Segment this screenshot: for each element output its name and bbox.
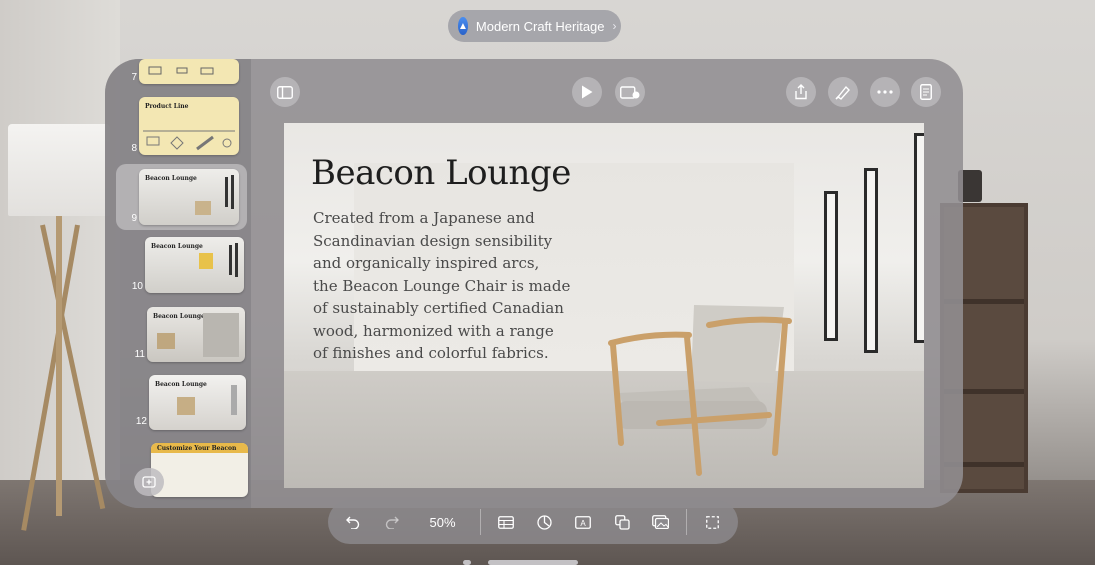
- body-line: Created from a Japanese and: [313, 209, 535, 227]
- chair-thumbnail-icon: [157, 313, 239, 357]
- toggle-sidebar-button[interactable]: [270, 77, 300, 107]
- photo-icon: [652, 515, 670, 529]
- slide-thumbnail-7[interactable]: [139, 59, 239, 84]
- chair-thumbnail-icon: [199, 243, 238, 277]
- slide-thumbnail-11[interactable]: Beacon Lounge: [147, 307, 245, 362]
- selection-icon: [706, 515, 719, 529]
- product-sketch-icon: [143, 130, 235, 151]
- lamp-pole: [56, 216, 62, 516]
- text-box-icon: A: [575, 515, 592, 529]
- live-video-button[interactable]: [615, 77, 645, 107]
- body-line: of finishes and colorful fabrics.: [313, 344, 549, 362]
- toolbar-divider: [479, 509, 481, 535]
- document-icon: [920, 84, 932, 100]
- window-grabber-dot[interactable]: [463, 560, 471, 565]
- zoom-level[interactable]: 50%: [412, 504, 474, 540]
- slide-window-image: [914, 133, 924, 343]
- chair-thumbnail-icon: [177, 385, 237, 415]
- undo-icon: [346, 516, 360, 529]
- slide-number: 8: [131, 143, 137, 154]
- body-line: and organically inspired arcs,: [313, 254, 540, 272]
- slide-number: 7: [131, 72, 137, 83]
- body-line: the Beacon Lounge Chair is made: [313, 276, 571, 295]
- body-line: of sustainably certified Canadian: [313, 299, 564, 317]
- slide-number: 9: [131, 213, 137, 224]
- thumbnail-title: Customize Your Beacon: [157, 445, 237, 452]
- chair-thumbnail-icon: [195, 175, 234, 215]
- svg-text:A: A: [581, 519, 587, 528]
- add-slide-icon: [142, 476, 156, 488]
- slide-window-image: [864, 168, 878, 353]
- undo-button[interactable]: [334, 504, 373, 540]
- share-icon: [795, 84, 807, 100]
- chevron-right-icon: ›: [612, 19, 617, 33]
- ellipsis-icon: [877, 90, 893, 94]
- body-line: Scandinavian design sensibility: [313, 231, 553, 250]
- window-grabber[interactable]: [488, 560, 578, 565]
- slide-number: 11: [134, 349, 145, 360]
- toolbar-divider: [686, 509, 688, 535]
- lamp-shade: [8, 124, 110, 216]
- chair-sketch-icon: [148, 66, 214, 75]
- slide-body-text[interactable]: Created from a Japanese and Scandinavian…: [313, 207, 603, 365]
- keynote-window: 7 Product Line 8 Beacon Lounge 9 Beacon …: [105, 59, 963, 508]
- document-setup-button[interactable]: [911, 77, 941, 107]
- document-title: Modern Craft Heritage: [475, 18, 605, 34]
- insert-shape-button[interactable]: [603, 504, 642, 540]
- table-icon: [497, 515, 514, 529]
- add-slide-button[interactable]: [134, 468, 164, 496]
- bottom-toolbar: 50% A: [328, 500, 738, 544]
- slide-thumbnail-9[interactable]: Beacon Lounge: [139, 169, 239, 225]
- slide-number: 12: [135, 416, 147, 427]
- select-button[interactable]: [693, 504, 732, 540]
- play-icon: [582, 85, 593, 99]
- redo-icon: [385, 516, 400, 529]
- keynote-doc-icon: ▲: [458, 17, 468, 35]
- slide-thumbnail-10[interactable]: Beacon Lounge: [145, 237, 244, 293]
- slide-thumbnail-8[interactable]: Product Line: [139, 97, 239, 155]
- sidebar-icon: [277, 85, 293, 99]
- slide-title[interactable]: Beacon Lounge: [311, 153, 571, 193]
- redo-button[interactable]: [373, 504, 412, 540]
- slide-window-image: [824, 191, 838, 341]
- document-title-pill[interactable]: ▲ Modern Craft Heritage ›: [448, 10, 621, 42]
- body-line: wood, harmonized with a range: [313, 321, 554, 340]
- shape-icon: [614, 514, 630, 530]
- more-button[interactable]: [870, 77, 900, 107]
- slide-thumbnail-13[interactable]: Customize Your Beacon: [151, 443, 248, 497]
- insert-media-button[interactable]: [641, 504, 680, 540]
- insert-chart-button[interactable]: [525, 504, 564, 540]
- slide-thumbnail-12[interactable]: Beacon Lounge: [149, 375, 246, 430]
- slide-number: 10: [131, 281, 143, 292]
- play-button[interactable]: [572, 77, 602, 107]
- insert-text-button[interactable]: A: [564, 504, 603, 540]
- chart-icon: [537, 514, 552, 530]
- paintbrush-icon: [835, 85, 850, 100]
- share-button[interactable]: [786, 77, 816, 107]
- lounge-chair-image[interactable]: [599, 303, 799, 478]
- live-video-icon: [620, 85, 640, 99]
- format-button[interactable]: [828, 77, 858, 107]
- insert-table-button[interactable]: [486, 504, 525, 540]
- slide-canvas[interactable]: Beacon Lounge Created from a Japanese an…: [284, 123, 924, 488]
- slide-navigator: 7 Product Line 8 Beacon Lounge 9 Beacon …: [105, 59, 251, 508]
